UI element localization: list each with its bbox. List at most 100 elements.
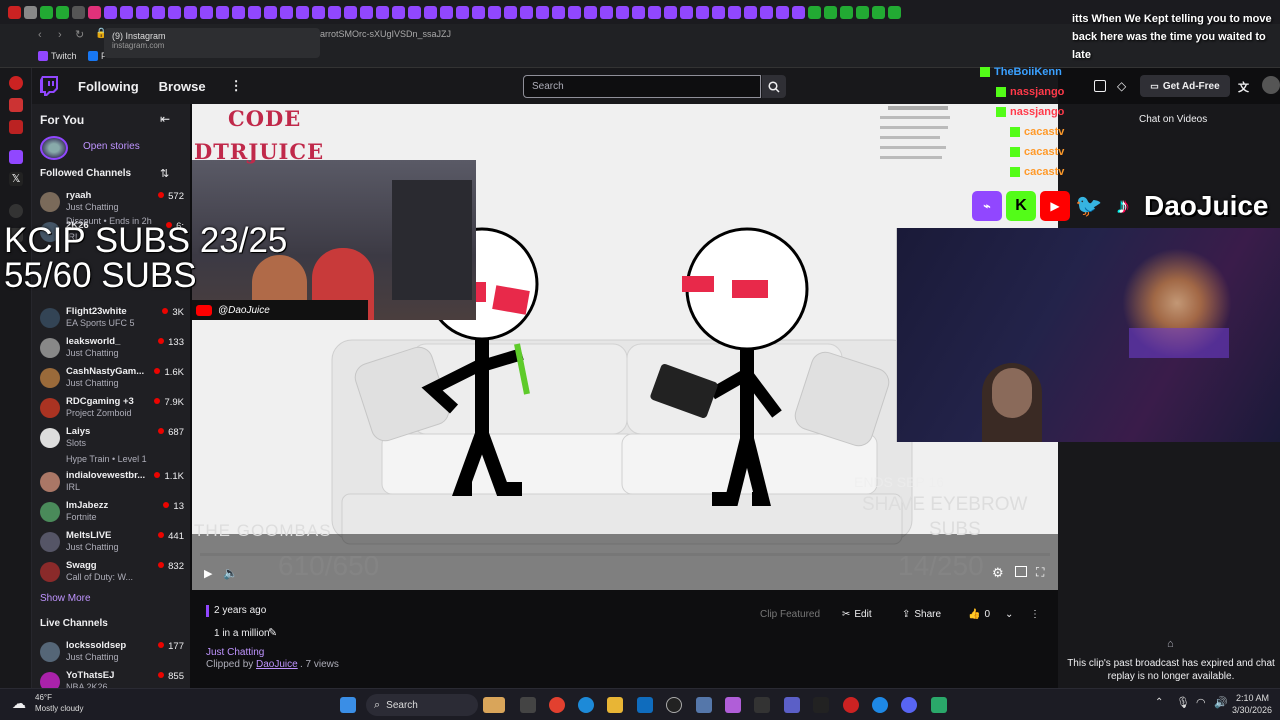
browser-tab-26[interactable] xyxy=(424,5,437,19)
browser-tab-7[interactable] xyxy=(120,5,133,19)
edit-button[interactable]: ✂ Edit xyxy=(842,604,872,624)
twitch-rail-icon[interactable] xyxy=(9,150,23,164)
browser-tab-17[interactable] xyxy=(280,5,293,19)
browser-tab-21[interactable] xyxy=(344,5,357,19)
edge-icon[interactable] xyxy=(578,697,594,713)
browser-tab-20[interactable] xyxy=(328,5,341,19)
browser-tab-51[interactable] xyxy=(824,5,837,19)
sidebar-channel-4[interactable]: CashNastyGam... Just Chatting 1.6K xyxy=(40,364,184,394)
messenger-icon[interactable] xyxy=(9,98,23,112)
browser-tab-40[interactable] xyxy=(648,5,661,19)
share-button[interactable]: ⇪ Share xyxy=(902,604,941,624)
browser-tab-6[interactable] xyxy=(104,5,117,19)
tray-chevron-icon[interactable]: ⌃ xyxy=(1155,697,1163,708)
url-text[interactable]: arrotSMOrc-sXUgIVSDn_ssaJZJ xyxy=(320,29,451,39)
sort-icon[interactable]: ⇅ xyxy=(160,167,169,180)
browser-tab-47[interactable] xyxy=(760,5,773,19)
instagram-icon[interactable] xyxy=(9,120,23,134)
browser-tab-14[interactable] xyxy=(232,5,245,19)
opera-icon[interactable] xyxy=(9,76,23,90)
browser-tab-30[interactable] xyxy=(488,5,501,19)
inbox-icon[interactable] xyxy=(1094,80,1106,92)
open-stories-link[interactable]: Open stories xyxy=(83,141,140,152)
search-button[interactable] xyxy=(762,75,786,98)
app-icon-3[interactable] xyxy=(872,697,888,713)
browser-tab-2[interactable] xyxy=(40,5,53,19)
sidebar-channel-2[interactable]: Flight23white EA Sports UFC 5 3K xyxy=(40,304,184,334)
live-channel-1[interactable]: YoThatsEJ NBA 2K26 855 xyxy=(40,668,184,688)
reload-icon[interactable]: ↻ xyxy=(75,28,84,41)
user-avatar[interactable] xyxy=(1262,76,1280,94)
windows-start-icon[interactable] xyxy=(340,697,356,713)
app-icon-1[interactable] xyxy=(696,697,712,713)
browser-tab-39[interactable] xyxy=(632,5,645,19)
edit-title-icon[interactable]: ✎ xyxy=(268,626,277,639)
task-view-icon[interactable] xyxy=(520,697,536,713)
app-icon-2[interactable] xyxy=(813,697,829,713)
browser-tab-28[interactable] xyxy=(456,5,469,19)
browser-tab-23[interactable] xyxy=(376,5,389,19)
twitch-logo-icon[interactable] xyxy=(40,76,58,96)
browser-tab-55[interactable] xyxy=(888,5,901,19)
clock-time[interactable]: 2:10 AM xyxy=(1236,693,1269,703)
more-options-icon[interactable]: ⋮ xyxy=(1030,604,1040,624)
sidebar-channel-6[interactable]: Laiys Slots 687 xyxy=(40,424,184,454)
sidebar-channel-3[interactable]: leaksworld_ Just Chatting 133 xyxy=(40,334,184,364)
clock-date[interactable]: 3/30/2026 xyxy=(1232,705,1272,715)
browser-tab-15[interactable] xyxy=(248,5,261,19)
browser-tab-32[interactable] xyxy=(520,5,533,19)
sidebar-channel-9[interactable]: MeltsLIVE Just Chatting 441 xyxy=(40,528,184,558)
browser-tab-24[interactable] xyxy=(392,5,405,19)
sidebar-channel-10[interactable]: Swagg Call of Duty: W... 832 xyxy=(40,558,184,588)
browser-tab-54[interactable] xyxy=(872,5,885,19)
sidebar-channel-5[interactable]: RDCgaming +3 Project Zomboid 7.9K xyxy=(40,394,184,424)
browser-tab-50[interactable] xyxy=(808,5,821,19)
browser-tab-25[interactable] xyxy=(408,5,421,19)
browser-tab-44[interactable] xyxy=(712,5,725,19)
sidebar-channel-0[interactable]: ryaah Just Chatting 572 xyxy=(40,188,184,218)
collapse-sidebar-icon[interactable]: ⇤ xyxy=(160,112,170,126)
file-explorer-icon[interactable] xyxy=(607,697,623,713)
browser-tab-10[interactable] xyxy=(168,5,181,19)
bookmark-twitch[interactable]: Twitch xyxy=(51,51,77,61)
teams-icon[interactable] xyxy=(784,697,800,713)
browser-tab-49[interactable] xyxy=(792,5,805,19)
fullscreen-icon[interactable]: ⛶ xyxy=(1036,565,1044,580)
obs-icon[interactable] xyxy=(666,697,682,713)
browser-tab-8[interactable] xyxy=(136,5,149,19)
network-icon[interactable]: ◠ xyxy=(1196,696,1206,709)
browser-tab-36[interactable] xyxy=(584,5,597,19)
nav-more-icon[interactable]: ⋮ xyxy=(230,78,243,94)
x-icon[interactable]: 𝕏 xyxy=(9,172,23,186)
translate-icon[interactable]: 文 xyxy=(1238,79,1249,95)
chrome-icon[interactable] xyxy=(549,697,565,713)
browser-tab-35[interactable] xyxy=(568,5,581,19)
browser-tab-4[interactable] xyxy=(72,5,85,19)
app-icon-4[interactable] xyxy=(931,697,947,713)
browser-tab-31[interactable] xyxy=(504,5,517,19)
browser-tab-22[interactable] xyxy=(360,5,373,19)
browser-tab-16[interactable] xyxy=(264,5,277,19)
browser-tab-27[interactable] xyxy=(440,5,453,19)
browser-tab-12[interactable] xyxy=(200,5,213,19)
browser-tab-52[interactable] xyxy=(840,5,853,19)
browser-tab-0[interactable] xyxy=(8,5,21,19)
copilot-icon[interactable] xyxy=(725,697,741,713)
volume-icon[interactable]: 🔈 xyxy=(223,566,238,580)
outlook-icon[interactable] xyxy=(637,697,653,713)
browser-tab-41[interactable] xyxy=(664,5,677,19)
browser-tab-11[interactable] xyxy=(184,5,197,19)
browser-tab-33[interactable] xyxy=(536,5,549,19)
browser-tab-3[interactable] xyxy=(56,5,69,19)
browser-tab-37[interactable] xyxy=(600,5,613,19)
browser-tab-1[interactable] xyxy=(24,5,37,19)
bits-icon[interactable]: ◇ xyxy=(1117,79,1126,93)
browser-tab-29[interactable] xyxy=(472,5,485,19)
browser-tab-19[interactable] xyxy=(312,5,325,19)
search-input[interactable]: Search xyxy=(523,75,761,98)
opera-taskbar-icon[interactable] xyxy=(843,697,859,713)
mic-icon[interactable]: 🎙 xyxy=(1176,696,1190,709)
live-channel-0[interactable]: lockssoldsep Just Chatting 177 xyxy=(40,638,184,668)
news-widget-icon[interactable] xyxy=(483,697,505,713)
back-icon[interactable]: ‹ xyxy=(38,29,42,41)
